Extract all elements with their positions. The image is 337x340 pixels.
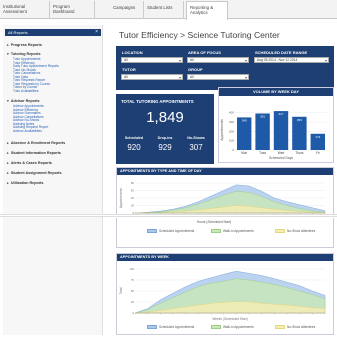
by-week-chart: Total 0 25 50 75 100 Weeks (Scheduled Start): [119, 267, 326, 321]
weekday-ylabel: Appointments: [220, 119, 224, 141]
weekday-xtick: Tues: [259, 151, 266, 155]
group-select[interactable]: All: [187, 74, 249, 80]
type-time-ytick: 60: [131, 189, 135, 193]
location-label: LOCATION: [122, 50, 143, 55]
type-time-panel-cont: Hours (Scheduled Start) Scheduled Appoint…: [116, 218, 334, 248]
close-icon[interactable]: ×: [95, 29, 98, 36]
by-week-ylabel: Total: [119, 287, 123, 294]
weekday-data-label: 417: [278, 112, 283, 116]
category-alerts-cases[interactable]: Alerts & Cases Reports: [7, 161, 52, 165]
tab-campaigns[interactable]: Campaigns: [110, 1, 144, 19]
category-student-information[interactable]: Student Information Reports: [7, 151, 61, 155]
by-week-ytick: 0: [132, 311, 134, 315]
weekday-bar-Wed: [273, 111, 289, 150]
by-week-ytick: 50: [131, 289, 135, 293]
type-time-ytick: 40: [131, 196, 135, 200]
weekday-ytick: 100: [229, 139, 234, 143]
weekday-xlabel: Scheduled Days: [269, 156, 293, 160]
type-time-ylabel: Appointments: [119, 188, 123, 209]
weekday-data-label: 174: [315, 135, 320, 139]
by-week-legend-label-2: No-Show Attendees: [287, 325, 316, 329]
tutor-label: TUTOR: [122, 67, 136, 72]
type-time-ytick: 80: [131, 181, 135, 185]
total-appointments-card: TOTAL TUTORING APPOINTMENTS 1,849 Schedu…: [116, 94, 214, 164]
by-week-legend-swatch-0: [147, 325, 157, 329]
weekday-xtick: Mon: [241, 151, 247, 155]
tab-institutional-assessment[interactable]: Institutional Assessment: [0, 1, 50, 19]
kpi-noshows-label: No-Shows: [187, 136, 205, 140]
date-label: SCHEDULED DATE RANGE: [255, 50, 308, 55]
by-week-title: APPOINTMENTS BY WEEK: [117, 254, 333, 261]
tab-program-dashboard[interactable]: Program Dashboard: [50, 1, 95, 19]
by-week-ytick: 100: [129, 267, 134, 271]
weekday-data-label: 391: [260, 115, 265, 119]
reports-sidebar: All Reports × Progress Reports Tutoring R…: [3, 25, 103, 335]
weekday-ytick: 0: [232, 148, 234, 152]
sidebar-header: All Reports ×: [5, 29, 101, 36]
weekday-data-label: 349: [242, 118, 247, 122]
tab-student-lists[interactable]: Student Lists: [144, 1, 184, 19]
tutoring-report-link-9[interactable]: Tutor Availabilities: [13, 89, 39, 93]
weekday-xtick: Thurs: [295, 151, 304, 155]
kpi-noshows-value: 307: [189, 143, 203, 152]
type-time-legend-label-1: Walk-in Appointments: [223, 229, 254, 233]
kpi-title: TOTAL TUTORING APPOINTMENTS: [121, 99, 194, 104]
category-advisor-reports[interactable]: Advisor Reports: [7, 99, 40, 103]
location-select[interactable]: All: [121, 57, 183, 63]
type-time-ytick: 20: [131, 204, 135, 208]
weekday-data-label: 356: [297, 118, 302, 122]
weekday-bar-Tues: [255, 113, 270, 150]
weekday-xtick: Wed: [278, 151, 285, 155]
weekday-xtick: Fri: [316, 151, 320, 155]
area-label: AREA OF FOCUS: [188, 50, 221, 55]
weekday-ytick: 300: [229, 120, 234, 124]
by-week-ytick: 25: [131, 300, 135, 304]
kpi-scheduled-value: 920: [127, 143, 141, 152]
by-week-legend-swatch-1: [211, 325, 221, 329]
type-time-legend-swatch-0: [147, 229, 157, 233]
type-time-legend-label-0: Scheduled Appointments: [159, 229, 195, 233]
weekday-ytick: 400: [229, 111, 234, 115]
filter-panel: LOCATION All AREA OF FOCUS All SCHEDULED…: [116, 46, 334, 90]
type-time-legend-swatch-2: [275, 229, 285, 233]
category-utilization[interactable]: Utilization Reports: [7, 181, 44, 185]
by-week-xlabel: Weeks (Scheduled Start): [212, 317, 247, 321]
by-week-legend-label-0: Scheduled Appointments: [159, 325, 195, 329]
category-absence-enrollment[interactable]: Absence & Enrollment Reports: [7, 141, 65, 145]
kpi-scheduled-label: Scheduled: [124, 136, 144, 140]
type-time-legend-label-2: No-Show Attendees: [287, 229, 316, 233]
weekday-title: VOLUME BY WEEK DAY: [219, 88, 333, 96]
type-time-chart: Appointments020406080: [119, 181, 326, 215]
advisor-report-link-7[interactable]: Advisor Availabilities: [13, 129, 42, 133]
date-range-select[interactable]: Aug 05 2014 - Nov 12 2014: [254, 57, 329, 63]
type-time-xlabel: Hours (Scheduled Start): [197, 220, 232, 224]
by-week-ytick: 75: [131, 278, 135, 282]
category-tutoring-reports[interactable]: Tutoring Reports: [7, 52, 41, 56]
type-time-panel: APPOINTMENTS BY TYPE AND TIME OF DAY App…: [116, 167, 334, 215]
tab-reporting-analytics[interactable]: Reporting & Analytics: [186, 1, 228, 20]
weekday-chart: Appointments 0 100 200 300 400 349 Mon 391 Tues 41…: [220, 111, 327, 160]
category-progress-reports[interactable]: Progress Reports: [7, 43, 42, 47]
page-break: [0, 214, 337, 217]
weekday-ytick: 200: [229, 129, 234, 133]
kpi-dropins-label: Drop-ins: [157, 136, 173, 140]
page-title: Tutor Efficiency > Science Tutoring Cent…: [119, 30, 280, 40]
area-select[interactable]: All: [187, 57, 249, 63]
type-time-title: APPOINTMENTS BY TYPE AND TIME OF DAY: [117, 168, 333, 175]
volume-by-weekday-panel: VOLUME BY WEEK DAY Appointments 0 100 200 30…: [218, 87, 334, 163]
group-label: GROUP: [188, 67, 203, 72]
by-week-legend-swatch-2: [275, 325, 285, 329]
type-time-legend-swatch-1: [211, 229, 221, 233]
by-week-panel: APPOINTMENTS BY WEEK Total 0 25 50 75 100 Week…: [116, 253, 334, 335]
kpi-total: 1,849: [146, 109, 184, 126]
category-student-assignment[interactable]: Student Assignment Reports: [7, 171, 62, 175]
sidebar-title: All Reports: [8, 30, 28, 35]
top-tabs: Institutional Assessment Program Dashboa…: [0, 0, 337, 20]
tutor-select[interactable]: All: [121, 74, 183, 80]
kpi-dropins-value: 929: [158, 143, 172, 152]
by-week-legend-label-1: Walk-in Appointments: [223, 325, 254, 329]
